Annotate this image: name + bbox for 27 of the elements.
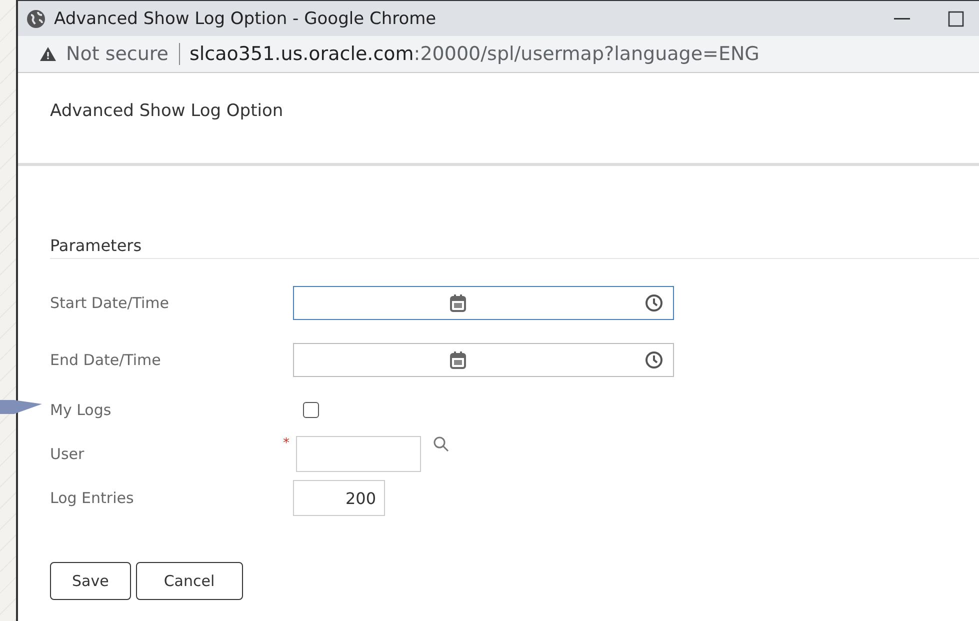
warning-icon[interactable]	[40, 47, 56, 61]
clock-icon[interactable]	[645, 350, 663, 368]
field-label: User	[50, 445, 86, 463]
clock-icon[interactable]	[645, 294, 663, 312]
maximize-icon[interactable]	[948, 10, 964, 26]
date-time-field[interactable]	[293, 342, 674, 376]
calendar-icon[interactable]	[450, 350, 466, 368]
date-time-field[interactable]	[293, 286, 674, 320]
cancel-button[interactable]: Cancel	[136, 562, 243, 600]
calendar-icon[interactable]	[450, 294, 466, 312]
url-text[interactable]: slcao351.us.oracle.com:20000/spl/usermap?language=ENG	[190, 43, 760, 65]
search-icon[interactable]	[433, 436, 449, 452]
field-label: End Date/Time	[50, 350, 162, 368]
field-label: Start Date/Time	[50, 294, 170, 312]
dialog-title: Advanced Show Log Option	[50, 101, 284, 121]
field-label: Log Entries	[50, 489, 135, 507]
security-label[interactable]: Not secure	[66, 43, 168, 65]
number-field[interactable]: 200	[293, 480, 385, 516]
required-marker: *	[283, 436, 290, 451]
checkbox[interactable]	[303, 402, 319, 418]
user-field[interactable]	[296, 436, 421, 472]
minimize-icon[interactable]	[894, 18, 910, 20]
field-label: My Logs	[50, 401, 112, 419]
section-title: Parameters	[50, 236, 979, 259]
save-button[interactable]: Save	[50, 562, 131, 600]
window-title: Advanced Show Log Option - Google Chrome	[54, 8, 438, 28]
globe-icon	[26, 8, 46, 28]
